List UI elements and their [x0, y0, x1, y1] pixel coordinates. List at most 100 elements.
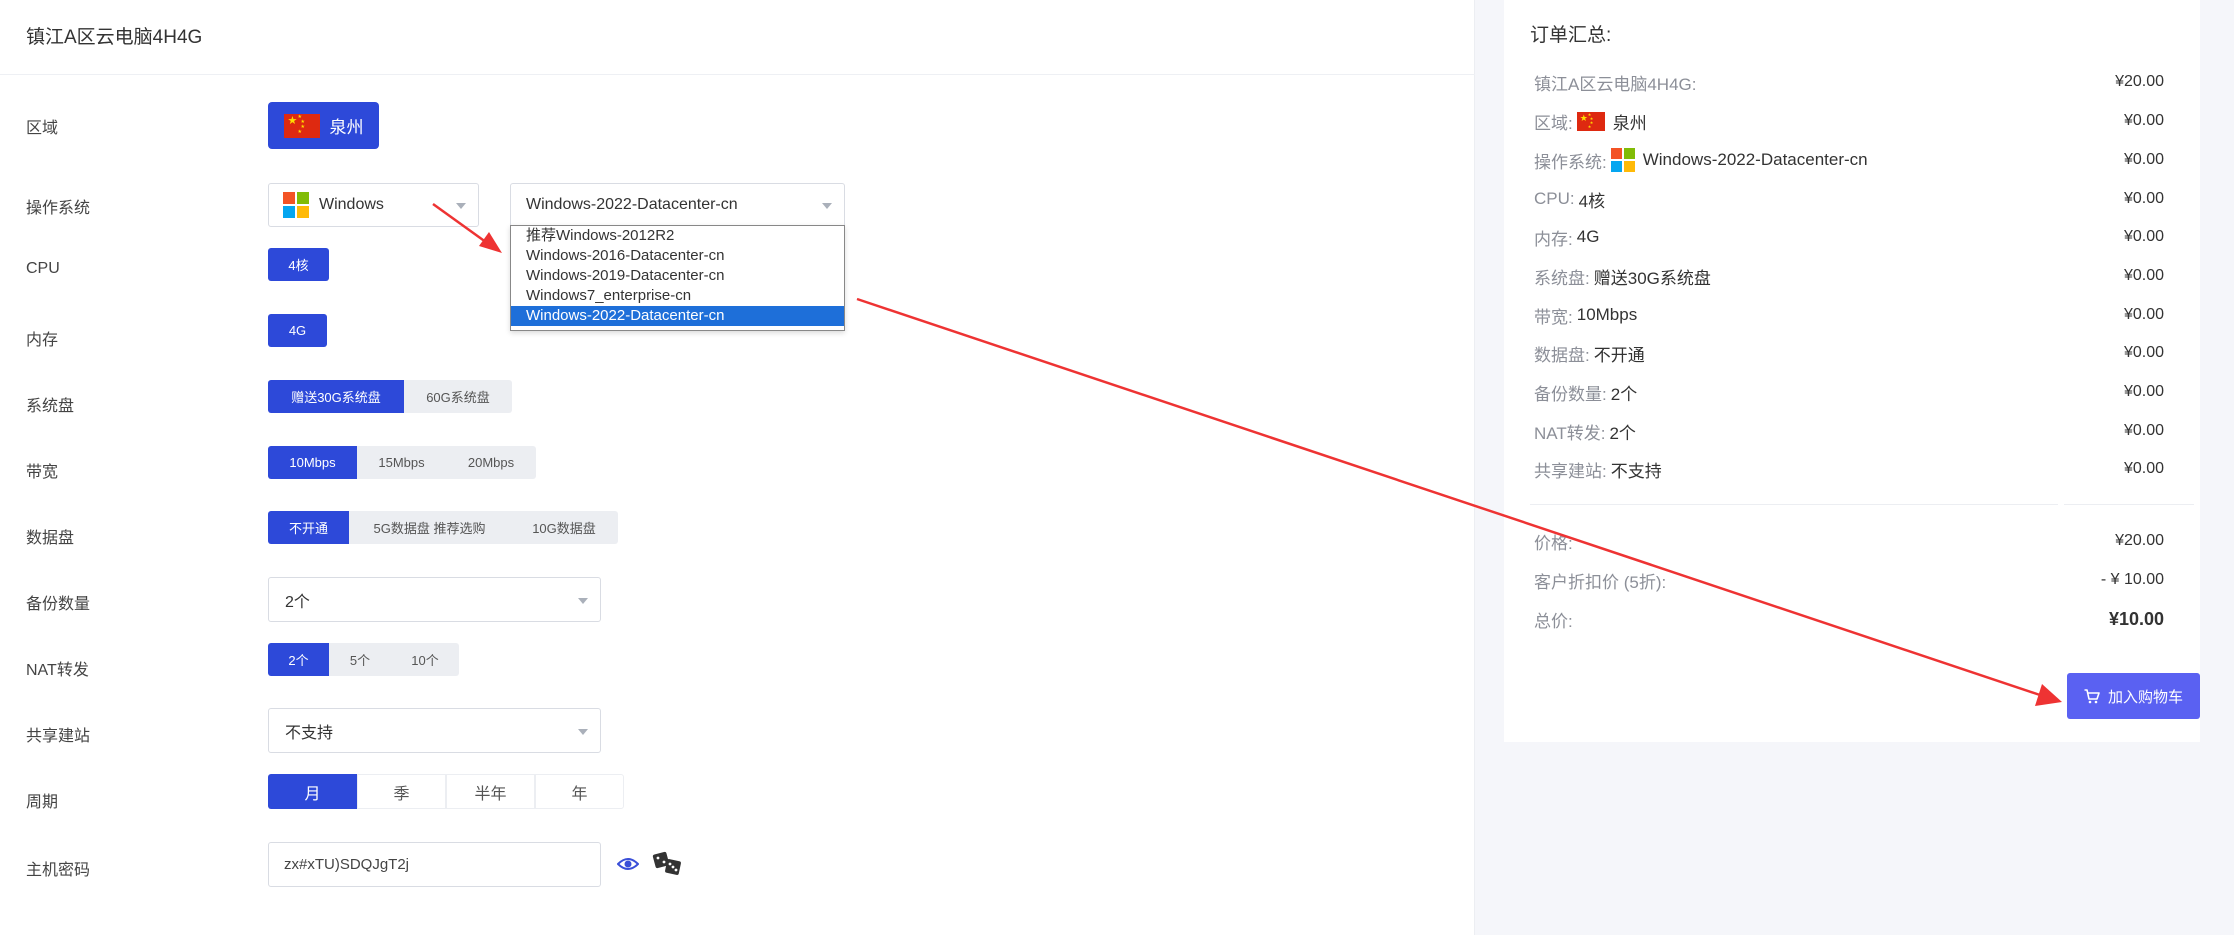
backup-select[interactable]: 2个: [268, 577, 601, 622]
cpu-label: CPU: [26, 260, 60, 277]
summary-row: 内存: 4G ¥0.00: [1534, 225, 2164, 249]
bandwidth-option-button[interactable]: 15Mbps: [357, 446, 446, 479]
price-value: ¥20.00: [2115, 532, 2164, 549]
nat-label: NAT转发: [26, 662, 89, 679]
eye-icon[interactable]: [617, 855, 639, 873]
price-label: 价格:: [1534, 533, 1573, 553]
summary-key: 内存:: [1534, 229, 1573, 249]
os-version-dropdown: 推荐Windows-2012R2 Windows-2016-Datacenter…: [510, 225, 845, 331]
summary-row: 带宽: 10Mbps ¥0.00: [1534, 303, 2164, 327]
cpu-option-button[interactable]: 4核: [268, 248, 329, 281]
china-flag-icon: ★ ★ ★ ★ ★: [283, 113, 320, 138]
period-label: 周期: [26, 794, 59, 811]
config-panel: 镇江A区云电脑4H4G 区域 ★ ★ ★ ★ ★ 泉州 操作系统 Windows…: [0, 0, 1475, 935]
system-disk-option-button[interactable]: 赠送30G系统盘: [268, 380, 404, 413]
password-value: zx#xTU)SDQJgT2j: [284, 856, 410, 873]
summary-key: 数据盘:: [1534, 345, 1590, 365]
os-option[interactable]: 推荐Windows-2012R2: [511, 226, 844, 246]
summary-divider: [2064, 504, 2194, 505]
os-family-select[interactable]: Windows: [268, 183, 479, 227]
data-disk-option-button[interactable]: 10G数据盘: [510, 511, 618, 544]
discount-value: - ¥ 10.00: [2100, 571, 2164, 588]
region-button-label: 泉州: [329, 118, 364, 137]
title-divider: [0, 74, 1475, 75]
backup-value: 2个: [285, 593, 310, 611]
summary-title: 订单汇总:: [1530, 25, 1612, 46]
summary-row: 镇江A区云电脑4H4G: ¥20.00: [1534, 70, 2164, 94]
summary-row: NAT转发: 2个 ¥0.00: [1534, 419, 2164, 443]
site-select[interactable]: 不支持: [268, 708, 601, 753]
dice-icon[interactable]: [652, 850, 684, 878]
summary-value: 10Mbps: [1576, 305, 1638, 324]
site-value: 不支持: [285, 724, 334, 742]
discount-row: 客户折扣价 (5折): - ¥ 10.00: [1534, 568, 2164, 592]
chevron-down-icon: [578, 728, 588, 735]
add-to-cart-label: 加入购物车: [2107, 688, 2183, 706]
period-option-button[interactable]: 年: [535, 774, 624, 809]
period-option-button[interactable]: 半年: [446, 774, 535, 809]
summary-value: 赠送30G系统盘: [1593, 268, 1711, 288]
summary-row: 数据盘: 不开通 ¥0.00: [1534, 341, 2164, 365]
nat-option-button[interactable]: 2个: [268, 643, 329, 676]
summary-price: ¥20.00: [2115, 73, 2164, 90]
data-disk-option-button[interactable]: 不开通: [268, 511, 349, 544]
summary-value: 不开通: [1593, 345, 1645, 365]
summary-row: 系统盘: 赠送30G系统盘 ¥0.00: [1534, 264, 2164, 288]
data-disk-option-button[interactable]: 5G数据盘 推荐选购: [349, 511, 510, 544]
summary-key: 系统盘:: [1534, 268, 1590, 288]
total-row: 总价: ¥10.00: [1534, 607, 2164, 631]
summary-value: 2个: [1609, 423, 1636, 443]
summary-price: ¥0.00: [2123, 112, 2164, 129]
summary-value: 泉州: [1612, 113, 1647, 133]
site-label: 共享建站: [26, 728, 91, 745]
period-option-button[interactable]: 季: [357, 774, 446, 809]
nat-option-button[interactable]: 5个: [329, 643, 391, 676]
summary-value: 4核: [1578, 191, 1606, 211]
os-version-value: Windows-2022-Datacenter-cn: [526, 196, 738, 213]
windows-logo-icon: [283, 192, 309, 218]
product-title: 镇江A区云电脑4H4G: [26, 27, 203, 48]
os-option-selected[interactable]: Windows-2022-Datacenter-cn: [511, 306, 844, 326]
region-label: 区域: [26, 120, 59, 137]
nat-option-button[interactable]: 10个: [391, 643, 459, 676]
summary-row: 备份数量: 2个 ¥0.00: [1534, 380, 2164, 404]
china-flag-icon: ★ ★ ★ ★ ★: [1576, 111, 1605, 131]
summary-value: 2个: [1610, 384, 1638, 404]
discount-label: 客户折扣价 (5折):: [1534, 572, 1667, 592]
os-option[interactable]: Windows-2019-Datacenter-cn: [511, 266, 844, 286]
os-option[interactable]: Windows7_enterprise-cn: [511, 286, 844, 306]
os-option[interactable]: Windows-2016-Datacenter-cn: [511, 246, 844, 266]
summary-price: ¥0.00: [2123, 306, 2164, 323]
memory-option-button[interactable]: 4G: [268, 314, 327, 347]
summary-price: ¥0.00: [2123, 422, 2164, 439]
password-input[interactable]: zx#xTU)SDQJgT2j: [268, 842, 601, 887]
bandwidth-option-button[interactable]: 10Mbps: [268, 446, 357, 479]
summary-row: 操作系统: Windows-2022-Datacenter-cn ¥0.00: [1534, 148, 2164, 172]
add-to-cart-button[interactable]: 加入购物车: [2067, 673, 2200, 719]
bandwidth-label: 带宽: [26, 464, 59, 481]
summary-value: 不支持: [1610, 461, 1662, 481]
summary-key: 镇江A区云电脑4H4G:: [1534, 74, 1697, 94]
period-option-button[interactable]: 月: [268, 774, 357, 809]
summary-price: ¥0.00: [2123, 190, 2164, 207]
summary-divider: [1530, 504, 2058, 505]
region-button[interactable]: ★ ★ ★ ★ ★ 泉州: [268, 102, 379, 149]
system-disk-option-button[interactable]: 60G系统盘: [404, 380, 512, 413]
os-version-select[interactable]: Windows-2022-Datacenter-cn: [510, 183, 845, 227]
chevron-down-icon: [456, 203, 466, 209]
summary-key: 带宽:: [1534, 307, 1573, 327]
os-family-value: Windows: [319, 196, 384, 213]
summary-row: 共享建站: 不支持 ¥0.00: [1534, 457, 2164, 481]
summary-key: 共享建站:: [1534, 461, 1607, 481]
summary-price: ¥0.00: [2123, 151, 2164, 168]
summary-price: ¥0.00: [2123, 228, 2164, 245]
summary-price: ¥0.00: [2123, 267, 2164, 284]
summary-key: 备份数量:: [1534, 384, 1607, 404]
summary-row: CPU: 4核 ¥0.00: [1534, 187, 2164, 211]
summary-value: Windows-2022-Datacenter-cn: [1642, 150, 1868, 169]
summary-key: CPU:: [1534, 189, 1575, 208]
bandwidth-option-button[interactable]: 20Mbps: [446, 446, 536, 479]
system-disk-label: 系统盘: [26, 398, 75, 415]
chevron-down-icon: [822, 203, 832, 209]
os-label: 操作系统: [26, 200, 91, 217]
